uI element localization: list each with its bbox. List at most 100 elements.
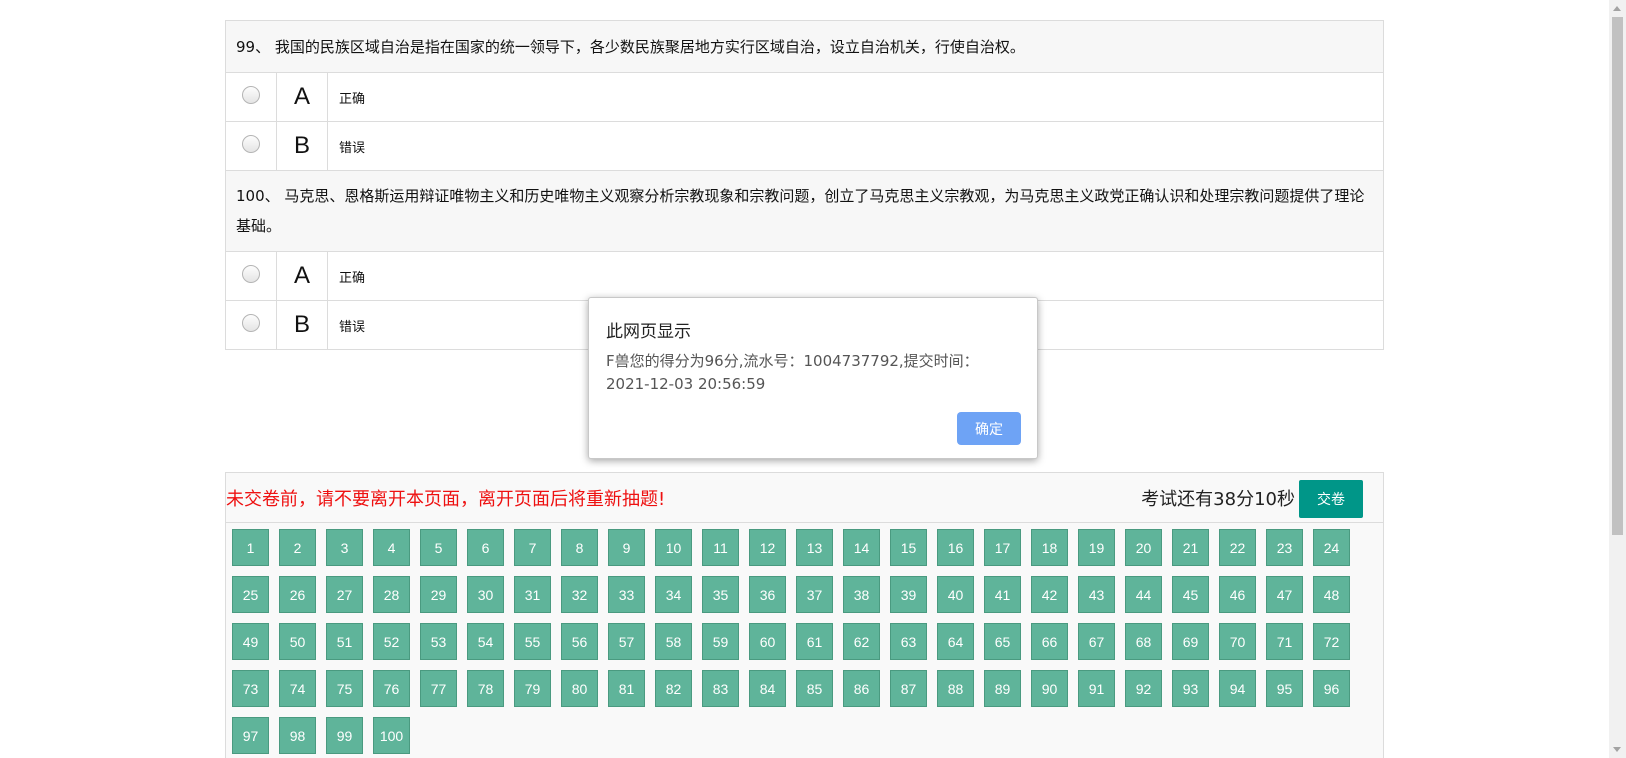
question-number-button[interactable]: 15 — [890, 529, 927, 566]
question-number-button[interactable]: 17 — [984, 529, 1021, 566]
question-number-button[interactable]: 59 — [702, 623, 739, 660]
question-number-button[interactable]: 4 — [373, 529, 410, 566]
question-number-button[interactable]: 89 — [984, 670, 1021, 707]
question-number-button[interactable]: 85 — [796, 670, 833, 707]
question-number-button[interactable]: 72 — [1313, 623, 1350, 660]
question-number-button[interactable]: 75 — [326, 670, 363, 707]
question-number-button[interactable]: 53 — [420, 623, 457, 660]
question-number-button[interactable]: 84 — [749, 670, 786, 707]
question-number-button[interactable]: 7 — [514, 529, 551, 566]
question-number-button[interactable]: 45 — [1172, 576, 1209, 613]
question-number-button[interactable]: 16 — [937, 529, 974, 566]
question-number-button[interactable]: 43 — [1078, 576, 1115, 613]
question-number-button[interactable]: 24 — [1313, 529, 1350, 566]
question-number-button[interactable]: 69 — [1172, 623, 1209, 660]
question-number-button[interactable]: 40 — [937, 576, 974, 613]
question-number-button[interactable]: 58 — [655, 623, 692, 660]
question-number-button[interactable]: 52 — [373, 623, 410, 660]
question-number-button[interactable]: 88 — [937, 670, 974, 707]
question-number-button[interactable]: 1 — [232, 529, 269, 566]
question-number-button[interactable]: 5 — [420, 529, 457, 566]
question-number-button[interactable]: 42 — [1031, 576, 1068, 613]
question-number-button[interactable]: 14 — [843, 529, 880, 566]
radio-button[interactable] — [242, 265, 260, 283]
option-radio-cell[interactable] — [226, 73, 277, 121]
question-number-button[interactable]: 39 — [890, 576, 927, 613]
option-radio-cell[interactable] — [226, 301, 277, 349]
question-number-button[interactable]: 38 — [843, 576, 880, 613]
question-number-button[interactable]: 63 — [890, 623, 927, 660]
question-number-button[interactable]: 41 — [984, 576, 1021, 613]
question-number-button[interactable]: 78 — [467, 670, 504, 707]
question-number-button[interactable]: 99 — [326, 717, 363, 754]
question-number-button[interactable]: 9 — [608, 529, 645, 566]
question-number-button[interactable]: 29 — [420, 576, 457, 613]
question-number-button[interactable]: 77 — [420, 670, 457, 707]
question-number-button[interactable]: 33 — [608, 576, 645, 613]
radio-button[interactable] — [242, 86, 260, 104]
question-number-button[interactable]: 18 — [1031, 529, 1068, 566]
question-number-button[interactable]: 49 — [232, 623, 269, 660]
question-number-button[interactable]: 92 — [1125, 670, 1162, 707]
question-number-button[interactable]: 54 — [467, 623, 504, 660]
radio-button[interactable] — [242, 135, 260, 153]
submit-exam-button[interactable]: 交卷 — [1299, 480, 1363, 518]
question-number-button[interactable]: 93 — [1172, 670, 1209, 707]
question-number-button[interactable]: 47 — [1266, 576, 1303, 613]
option-radio-cell[interactable] — [226, 122, 277, 170]
alert-ok-button[interactable]: 确定 — [957, 412, 1021, 445]
question-number-button[interactable]: 57 — [608, 623, 645, 660]
question-number-button[interactable]: 32 — [561, 576, 598, 613]
question-number-button[interactable]: 12 — [749, 529, 786, 566]
question-number-button[interactable]: 37 — [796, 576, 833, 613]
scroll-up-arrow-icon[interactable] — [1613, 6, 1621, 11]
question-number-button[interactable]: 91 — [1078, 670, 1115, 707]
question-number-button[interactable]: 46 — [1219, 576, 1256, 613]
question-number-button[interactable]: 76 — [373, 670, 410, 707]
question-number-button[interactable]: 95 — [1266, 670, 1303, 707]
question-number-button[interactable]: 44 — [1125, 576, 1162, 613]
question-number-button[interactable]: 73 — [232, 670, 269, 707]
question-number-button[interactable]: 71 — [1266, 623, 1303, 660]
question-number-button[interactable]: 36 — [749, 576, 786, 613]
question-number-button[interactable]: 66 — [1031, 623, 1068, 660]
question-number-button[interactable]: 82 — [655, 670, 692, 707]
question-number-button[interactable]: 62 — [843, 623, 880, 660]
question-number-button[interactable]: 6 — [467, 529, 504, 566]
question-number-button[interactable]: 19 — [1078, 529, 1115, 566]
question-number-button[interactable]: 23 — [1266, 529, 1303, 566]
question-number-button[interactable]: 55 — [514, 623, 551, 660]
scroll-down-arrow-icon[interactable] — [1613, 747, 1621, 752]
question-number-button[interactable]: 22 — [1219, 529, 1256, 566]
question-number-button[interactable]: 56 — [561, 623, 598, 660]
question-number-button[interactable]: 65 — [984, 623, 1021, 660]
question-number-button[interactable]: 26 — [279, 576, 316, 613]
option-row[interactable]: B 错误 — [225, 122, 1384, 171]
question-number-button[interactable]: 20 — [1125, 529, 1162, 566]
scroll-thumb[interactable] — [1612, 17, 1623, 535]
question-number-button[interactable]: 64 — [937, 623, 974, 660]
question-number-button[interactable]: 86 — [843, 670, 880, 707]
question-number-button[interactable]: 79 — [514, 670, 551, 707]
question-number-button[interactable]: 94 — [1219, 670, 1256, 707]
question-number-button[interactable]: 31 — [514, 576, 551, 613]
question-number-button[interactable]: 13 — [796, 529, 833, 566]
question-number-button[interactable]: 2 — [279, 529, 316, 566]
question-number-button[interactable]: 96 — [1313, 670, 1350, 707]
question-number-button[interactable]: 97 — [232, 717, 269, 754]
question-number-button[interactable]: 68 — [1125, 623, 1162, 660]
question-number-button[interactable]: 67 — [1078, 623, 1115, 660]
option-radio-cell[interactable] — [226, 252, 277, 300]
question-number-button[interactable]: 51 — [326, 623, 363, 660]
question-number-button[interactable]: 98 — [279, 717, 316, 754]
question-number-button[interactable]: 61 — [796, 623, 833, 660]
question-number-button[interactable]: 10 — [655, 529, 692, 566]
option-row[interactable]: A 正确 — [225, 73, 1384, 122]
question-number-button[interactable]: 48 — [1313, 576, 1350, 613]
question-number-button[interactable]: 8 — [561, 529, 598, 566]
question-number-button[interactable]: 83 — [702, 670, 739, 707]
question-number-button[interactable]: 30 — [467, 576, 504, 613]
question-number-button[interactable]: 28 — [373, 576, 410, 613]
question-number-button[interactable]: 100 — [373, 717, 410, 754]
question-number-button[interactable]: 35 — [702, 576, 739, 613]
